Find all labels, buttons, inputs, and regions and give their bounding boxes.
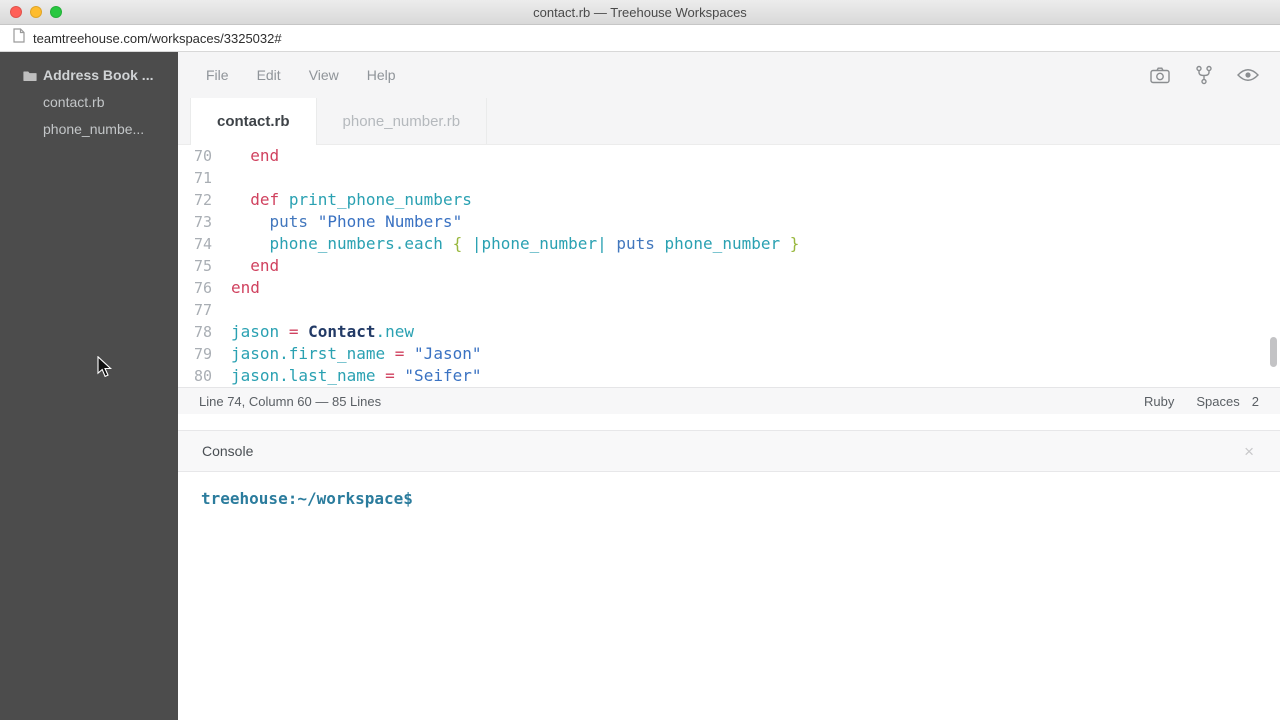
main-content: File Edit View Help xyxy=(178,52,1280,720)
camera-icon[interactable] xyxy=(1148,63,1172,87)
zoom-window-button[interactable] xyxy=(50,6,62,18)
console-panel: Console × treehouse:~/workspace$ xyxy=(178,430,1280,720)
url-bar[interactable]: teamtreehouse.com/workspaces/3325032# xyxy=(0,25,1280,52)
menu-file[interactable]: File xyxy=(206,67,229,83)
terminal-prompt: treehouse:~/workspace$ xyxy=(201,489,413,508)
indent-label: Spaces xyxy=(1196,394,1239,409)
code-line-71[interactable]: 71 xyxy=(178,167,1280,189)
code-line-73[interactable]: 73 puts "Phone Numbers" xyxy=(178,211,1280,233)
workspace-app: Address Book ... contact.rb phone_numbe...… xyxy=(0,52,1280,720)
sidebar-item-label: phone_numbe... xyxy=(43,121,144,137)
console-header: Console × xyxy=(178,430,1280,472)
traffic-lights xyxy=(10,6,62,18)
code-line-78[interactable]: 78jason = Contact.new xyxy=(178,321,1280,343)
url-text: teamtreehouse.com/workspaces/3325032# xyxy=(33,31,282,46)
folder-icon xyxy=(23,70,37,82)
tab-contact-rb[interactable]: contact.rb xyxy=(190,98,317,145)
editor-scrollbar[interactable] xyxy=(1270,337,1277,367)
window-title: contact.rb — Treehouse Workspaces xyxy=(533,5,747,20)
indent-size: 2 xyxy=(1252,394,1259,409)
code-text: phone_numbers.each { |phone_number| puts… xyxy=(212,233,799,255)
titlebar: contact.rb — Treehouse Workspaces xyxy=(0,0,1280,25)
code-text: puts "Phone Numbers" xyxy=(212,211,462,233)
code-line-76[interactable]: 76end xyxy=(178,277,1280,299)
eye-icon[interactable] xyxy=(1236,63,1260,87)
line-number: 78 xyxy=(178,321,212,343)
line-number: 70 xyxy=(178,145,212,167)
code-line-77[interactable]: 77 xyxy=(178,299,1280,321)
code-text: jason.first_name = "Jason" xyxy=(212,343,481,365)
code-text: end xyxy=(212,145,279,167)
page-icon xyxy=(13,28,25,48)
line-number: 75 xyxy=(178,255,212,277)
line-number: 73 xyxy=(178,211,212,233)
console-body[interactable]: treehouse:~/workspace$ xyxy=(178,472,1280,720)
line-number: 77 xyxy=(178,299,212,321)
sidebar-item-label: Address Book ... xyxy=(43,67,153,83)
code-text: jason = Contact.new xyxy=(212,321,414,343)
tab-bar: contact.rbphone_number.rb xyxy=(178,98,1280,145)
console-close-icon[interactable]: × xyxy=(1244,443,1254,460)
code-text: def print_phone_numbers xyxy=(212,189,472,211)
console-tab-label[interactable]: Console xyxy=(202,443,253,459)
line-number: 71 xyxy=(178,167,212,189)
code-text xyxy=(212,167,231,189)
code-line-70[interactable]: 70 end xyxy=(178,145,1280,167)
code-text: end xyxy=(212,277,260,299)
sidebar-items: Address Book ... contact.rb phone_numbe... xyxy=(0,62,178,143)
menu-edit[interactable]: Edit xyxy=(257,67,281,83)
tab-phone-number-rb[interactable]: phone_number.rb xyxy=(317,98,488,144)
minimize-window-button[interactable] xyxy=(30,6,42,18)
indent-indicator[interactable]: Spaces 2 xyxy=(1196,394,1259,409)
line-number: 79 xyxy=(178,343,212,365)
status-right: Ruby Spaces 2 xyxy=(1144,394,1259,409)
sidebar-file-phone-numbe[interactable]: phone_numbe... xyxy=(0,116,178,143)
code-line-74[interactable]: 74 phone_numbers.each { |phone_number| p… xyxy=(178,233,1280,255)
language-indicator[interactable]: Ruby xyxy=(1144,394,1174,409)
line-number: 74 xyxy=(178,233,212,255)
line-number: 72 xyxy=(178,189,212,211)
menu-items: File Edit View Help xyxy=(206,67,424,83)
code-text xyxy=(212,299,231,321)
editor-status-bar: Line 74, Column 60 — 85 Lines Ruby Space… xyxy=(178,387,1280,414)
close-window-button[interactable] xyxy=(10,6,22,18)
toolbar-icons xyxy=(1148,63,1260,87)
code-line-79[interactable]: 79jason.first_name = "Jason" xyxy=(178,343,1280,365)
line-number: 80 xyxy=(178,365,212,387)
menu-bar: File Edit View Help xyxy=(178,52,1280,98)
browser-window: contact.rb — Treehouse Workspaces teamtr… xyxy=(0,0,1280,720)
sidebar-file-contact-rb[interactable]: contact.rb xyxy=(0,89,178,116)
code-editor[interactable]: 70 end7172 def print_phone_numbers73 put… xyxy=(178,145,1280,387)
code-lines: 70 end7172 def print_phone_numbers73 put… xyxy=(178,145,1280,387)
code-line-75[interactable]: 75 end xyxy=(178,255,1280,277)
code-line-72[interactable]: 72 def print_phone_numbers xyxy=(178,189,1280,211)
cursor-position-text: Line 74, Column 60 — 85 Lines xyxy=(199,394,381,409)
code-line-80[interactable]: 80jason.last_name = "Seifer" xyxy=(178,365,1280,387)
fork-icon[interactable] xyxy=(1192,63,1216,87)
code-text: jason.last_name = "Seifer" xyxy=(212,365,481,387)
sidebar-item-label: contact.rb xyxy=(43,94,104,110)
menu-help[interactable]: Help xyxy=(367,67,396,83)
sidebar-project-folder[interactable]: Address Book ... xyxy=(0,62,178,89)
file-sidebar: Address Book ... contact.rb phone_numbe... xyxy=(0,52,178,720)
code-text: end xyxy=(212,255,279,277)
menu-view[interactable]: View xyxy=(309,67,339,83)
line-number: 76 xyxy=(178,277,212,299)
